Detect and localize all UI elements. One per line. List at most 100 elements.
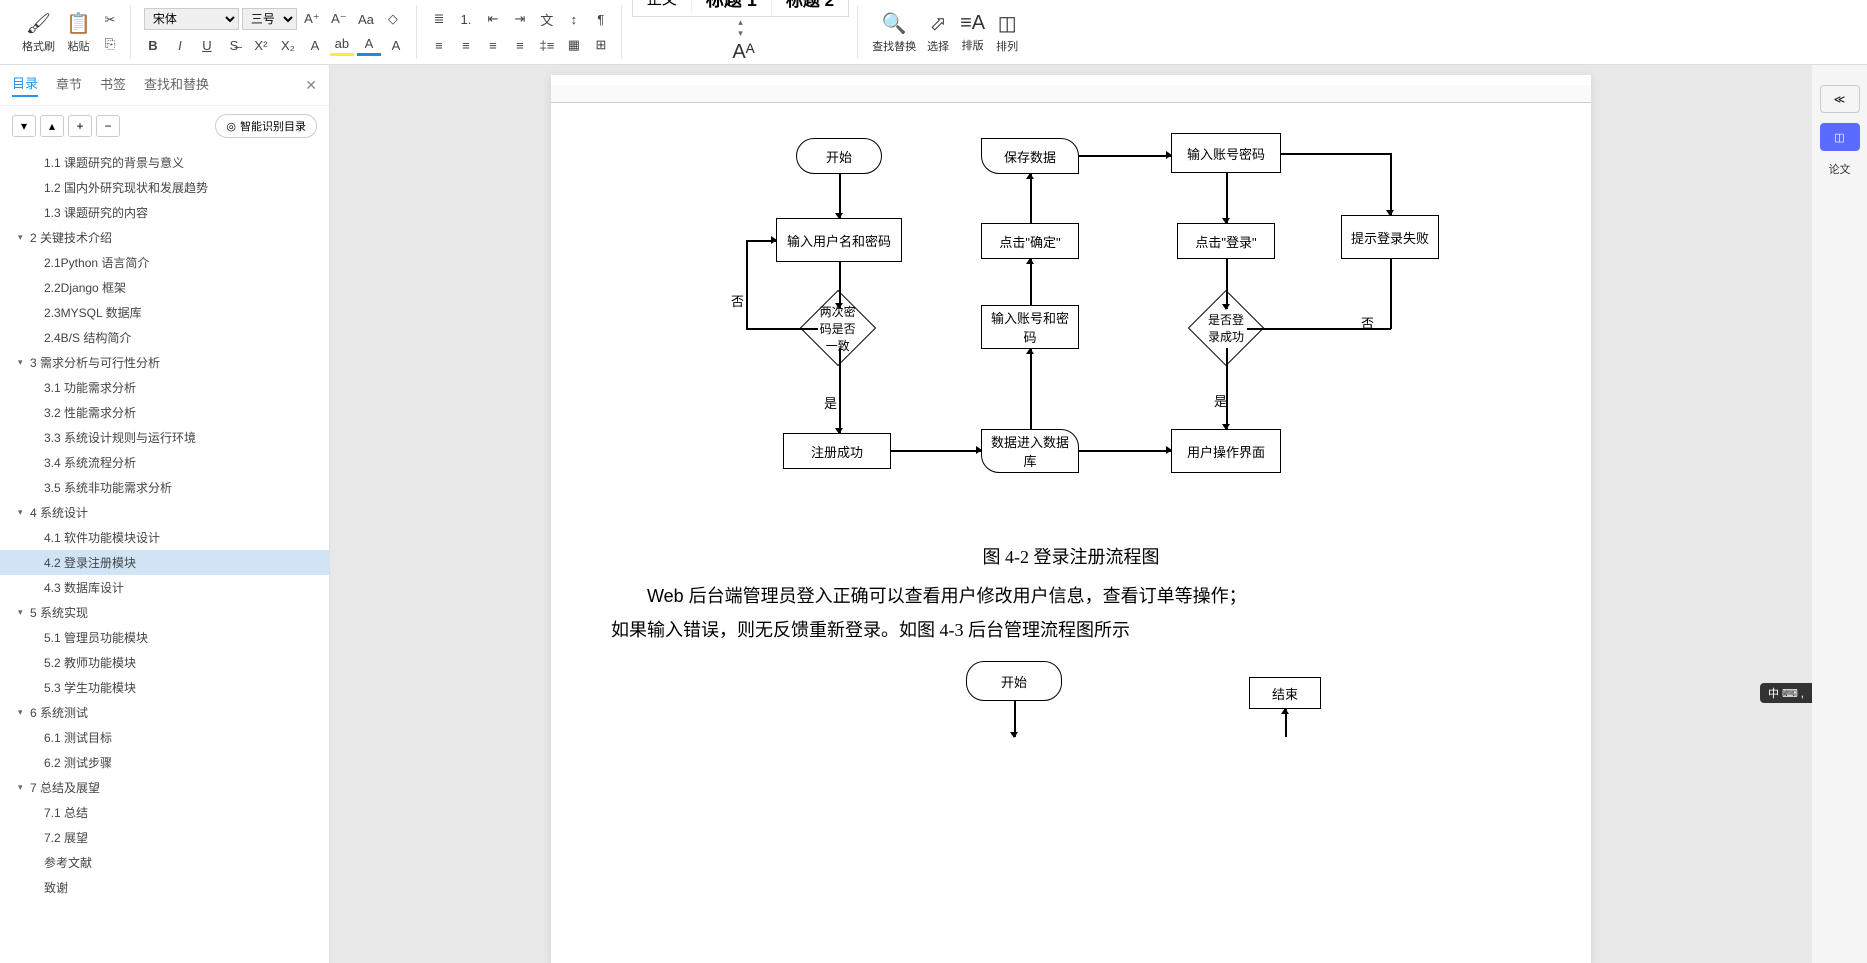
paste-button[interactable]: 📋 粘贴 (62, 9, 95, 56)
toc-item[interactable]: 4.1 软件功能模块设计 (0, 525, 329, 550)
font-color-button[interactable]: A (357, 34, 381, 56)
toc-item[interactable]: 7.2 展望 (0, 825, 329, 850)
toc-item[interactable]: ▾4 系统设计 (0, 500, 329, 525)
toc-item[interactable]: 4.3 数据库设计 (0, 575, 329, 600)
subscript-button[interactable]: X₂ (276, 34, 300, 56)
tab-toc[interactable]: 目录 (12, 73, 38, 97)
rail-thesis-button[interactable]: ◫ (1820, 123, 1860, 151)
toc-add-button[interactable]: + (68, 115, 92, 137)
fc-label-yes1: 是 (824, 393, 837, 412)
toc-item[interactable]: 致谢 (0, 875, 329, 900)
toc-item[interactable]: 3.3 系统设计规则与运行环境 (0, 425, 329, 450)
font-name-select[interactable]: 宋体 (144, 8, 239, 30)
toc-collapse-button[interactable]: ▾ (12, 115, 36, 137)
change-case-button[interactable]: Aa (354, 8, 378, 30)
toc-item[interactable]: 2.4B/S 结构简介 (0, 325, 329, 350)
toc-item[interactable]: 4.2 登录注册模块 (0, 550, 329, 575)
chevron-down-icon: ▾ (18, 607, 30, 618)
tab-chapters[interactable]: 章节 (56, 74, 82, 96)
ime-indicator[interactable]: 中⌨ , (1760, 683, 1812, 703)
toc-item[interactable]: 5.2 教师功能模块 (0, 650, 329, 675)
arrange-button[interactable]: ◫ 排列 (992, 9, 1022, 56)
fc-data-db: 数据进入数据库 (981, 429, 1079, 473)
toc-item[interactable]: ▾5 系统实现 (0, 600, 329, 625)
shading-button[interactable]: ▦ (562, 34, 586, 56)
text-effects-button[interactable]: A (303, 34, 327, 56)
toc-item[interactable]: 1.3 课题研究的内容 (0, 200, 329, 225)
show-marks-button[interactable]: ¶ (589, 8, 613, 30)
document-canvas[interactable]: 开始 保存数据 输入账号密码 输入用户名和密码 点击"确定" 点击"登录" 提示… (330, 65, 1812, 963)
numbered-list-button[interactable]: 1. (454, 8, 478, 30)
toc-item[interactable]: 3.1 功能需求分析 (0, 375, 329, 400)
toc-item[interactable]: ▾2 关键技术介绍 (0, 225, 329, 250)
toc-item[interactable]: 2.1Python 语言简介 (0, 250, 329, 275)
toc-item[interactable]: 6.2 测试步骤 (0, 750, 329, 775)
fc-user-interface: 用户操作界面 (1171, 429, 1281, 473)
smart-toc-button[interactable]: ◎ 智能识别目录 (215, 114, 317, 138)
toc-remove-button[interactable]: − (96, 115, 120, 137)
rail-collapse-button[interactable]: ≪ (1820, 85, 1860, 113)
tab-bookmarks[interactable]: 书签 (100, 74, 126, 96)
superscript-button[interactable]: X² (249, 34, 273, 56)
style-gallery-more[interactable]: ▴▾ (735, 17, 746, 39)
toc-item[interactable]: 2.3MYSQL 数据库 (0, 300, 329, 325)
text-direction-button[interactable]: 文 (535, 8, 559, 30)
toc-item[interactable]: 3.2 性能需求分析 (0, 400, 329, 425)
figure-caption-4-2: 图 4-2 登录注册流程图 (611, 543, 1531, 569)
toc-item[interactable]: 3.5 系统非功能需求分析 (0, 475, 329, 500)
increase-indent-button[interactable]: ⇥ (508, 8, 532, 30)
borders-button[interactable]: ⊞ (589, 34, 613, 56)
strikethrough-button[interactable]: S̶ (222, 34, 246, 56)
bullet-list-button[interactable]: ≣ (427, 8, 451, 30)
select-button[interactable]: ⬀ 选择 (923, 9, 953, 56)
toc-expand-button[interactable]: ▴ (40, 115, 64, 137)
cut-button[interactable]: ✂ (98, 9, 122, 31)
decrease-indent-button[interactable]: ⇤ (481, 8, 505, 30)
toc-item[interactable]: 7.1 总结 (0, 800, 329, 825)
highlight-button[interactable]: ab (330, 34, 354, 56)
toc-item[interactable]: 参考文献 (0, 850, 329, 875)
underline-button[interactable]: U (195, 34, 219, 56)
bold-button[interactable]: B (141, 34, 165, 56)
format-painter-button[interactable]: 🖌 格式刷 (18, 9, 59, 56)
toc-item[interactable]: 5.1 管理员功能模块 (0, 625, 329, 650)
toc-item[interactable]: 1.2 国内外研究现状和发展趋势 (0, 175, 329, 200)
toc-item-label: 6 系统测试 (30, 704, 88, 721)
align-center-button[interactable]: ≡ (454, 34, 478, 56)
toc-item[interactable]: 3.4 系统流程分析 (0, 450, 329, 475)
increase-font-button[interactable]: A⁺ (300, 8, 324, 30)
toc-item[interactable]: 2.2Django 框架 (0, 275, 329, 300)
style-heading2[interactable]: 标题 2 (772, 0, 848, 15)
toc-item[interactable]: 1.1 课题研究的背景与意义 (0, 150, 329, 175)
align-left-button[interactable]: ≡ (427, 34, 451, 56)
style-heading1[interactable]: 标题 1 (692, 0, 772, 16)
toc-item[interactable]: ▾3 需求分析与可行性分析 (0, 350, 329, 375)
toc-list[interactable]: 1.1 课题研究的背景与意义 1.2 国内外研究现状和发展趋势 1.3 课题研究的内… (0, 146, 329, 963)
font-size-select[interactable]: 三号 (242, 8, 297, 30)
sort-button[interactable]: ↕ (562, 8, 586, 30)
align-right-button[interactable]: ≡ (481, 34, 505, 56)
toc-item-label: 1.2 国内外研究现状和发展趋势 (44, 179, 208, 196)
line-spacing-button[interactable]: ‡≡ (535, 34, 559, 56)
italic-button[interactable]: I (168, 34, 192, 56)
target-icon: ◎ (226, 120, 236, 133)
find-replace-button[interactable]: 🔍 查找替换 (868, 9, 920, 56)
horizontal-ruler[interactable] (551, 85, 1591, 103)
layout-button[interactable]: ≡A 排版 (956, 10, 989, 55)
clear-format-button[interactable]: ◇ (381, 8, 405, 30)
toc-item[interactable]: ▾6 系统测试 (0, 700, 329, 725)
decrease-font-button[interactable]: A⁻ (327, 8, 351, 30)
cursor-icon: ⬀ (930, 11, 947, 36)
align-justify-button[interactable]: ≡ (508, 34, 532, 56)
copy-button[interactable]: ⎘ (98, 33, 122, 55)
right-side-rail: ≪ ◫ 论文 (1812, 65, 1867, 963)
font-bgcolor-button[interactable]: A (384, 34, 408, 56)
toc-item[interactable]: 5.3 学生功能模块 (0, 675, 329, 700)
fc-label-no1: 否 (731, 291, 744, 310)
tab-find-replace[interactable]: 查找和替换 (144, 74, 209, 96)
toc-item[interactable]: ▾7 总结及展望 (0, 775, 329, 800)
toc-item-label: 3 需求分析与可行性分析 (30, 354, 160, 371)
style-normal[interactable]: 正文 (633, 0, 692, 13)
toc-item[interactable]: 6.1 测试目标 (0, 725, 329, 750)
nav-close-button[interactable]: ✕ (305, 77, 317, 94)
